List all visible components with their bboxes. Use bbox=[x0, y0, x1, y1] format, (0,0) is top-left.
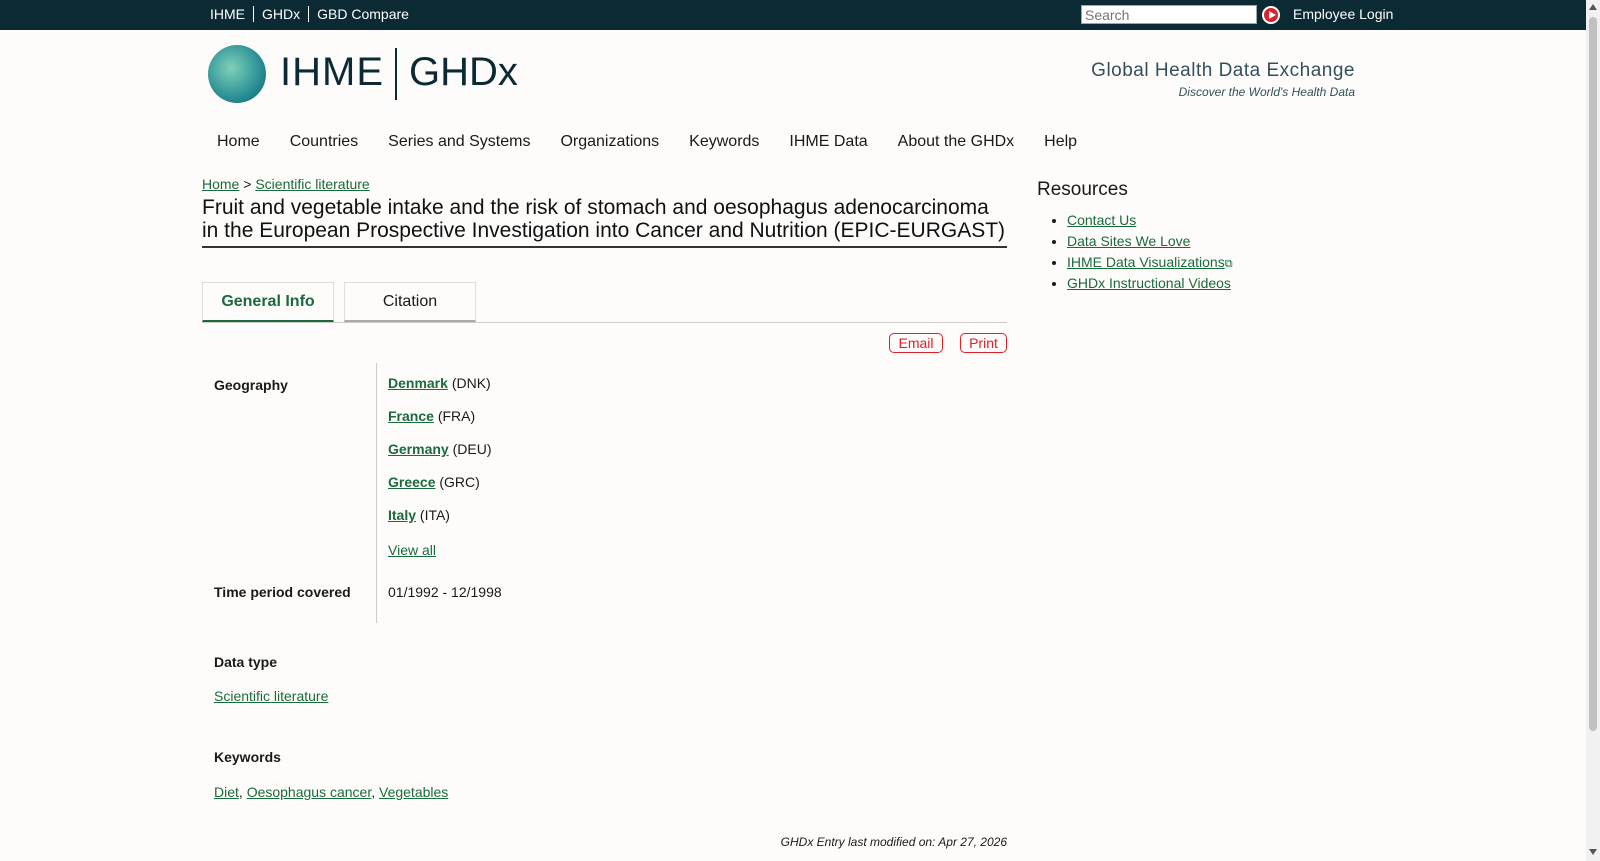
nav-about-the-ghdx[interactable]: About the GHDx bbox=[898, 133, 1015, 151]
list-item: Contact Us bbox=[1067, 212, 1233, 233]
main-nav: Home Countries Series and Systems Organi… bbox=[202, 133, 1107, 151]
list-item: France (FRA) bbox=[388, 408, 491, 441]
top-links: IHME GHDx GBD Compare bbox=[202, 6, 417, 22]
nav-keywords[interactable]: Keywords bbox=[689, 133, 759, 151]
geo-code: (GRC) bbox=[439, 474, 480, 490]
time-period-value: 01/1992 - 12/1998 bbox=[388, 584, 502, 600]
nav-organizations[interactable]: Organizations bbox=[560, 133, 659, 151]
tab-bar: General Info Citation bbox=[202, 282, 1007, 323]
logo-ghdx-text[interactable]: GHDx bbox=[409, 50, 518, 95]
geography-list: Denmark (DNK) France (FRA) Germany (DEU)… bbox=[388, 375, 491, 540]
nav-home[interactable]: Home bbox=[217, 133, 260, 151]
list-item: GHDx Instructional Videos bbox=[1067, 275, 1233, 296]
breadcrumb-separator: > bbox=[243, 176, 252, 192]
list-item: Data Sites We Love bbox=[1067, 233, 1233, 254]
page-scrollbar[interactable] bbox=[1586, 0, 1600, 861]
geo-code: (DEU) bbox=[452, 441, 492, 457]
nav-help[interactable]: Help bbox=[1044, 133, 1077, 151]
scroll-up-icon[interactable] bbox=[1589, 4, 1597, 10]
logo-ihme-text[interactable]: IHME bbox=[280, 50, 384, 95]
site-subtagline: Discover the World's Health Data bbox=[1178, 85, 1355, 99]
list-item: Greece (GRC) bbox=[388, 474, 491, 507]
email-button[interactable]: Email bbox=[889, 333, 943, 353]
geo-link-france[interactable]: France bbox=[388, 408, 434, 424]
top-link-ihme[interactable]: IHME bbox=[202, 6, 253, 22]
view-all-link[interactable]: View all bbox=[388, 542, 436, 558]
data-type-label: Data type bbox=[214, 654, 278, 670]
scroll-down-icon[interactable] bbox=[1589, 849, 1597, 855]
last-modified-text: GHDx Entry last modified on: Apr 27, 202… bbox=[780, 835, 1007, 849]
keywords-list: Diet, Oesophagus cancer, Vegetables bbox=[214, 784, 449, 800]
keyword-link-diet[interactable]: Diet bbox=[214, 784, 239, 800]
resource-link-ihme-data-viz[interactable]: IHME Data Visualizations bbox=[1067, 254, 1225, 270]
scrollbar-thumb[interactable] bbox=[1589, 17, 1597, 731]
search-go-icon[interactable] bbox=[1262, 6, 1280, 24]
tab-citation[interactable]: Citation bbox=[344, 282, 476, 322]
breadcrumb: Home > Scientific literature bbox=[202, 176, 370, 192]
geo-code: (DNK) bbox=[451, 375, 491, 391]
resources-heading: Resources bbox=[1037, 179, 1128, 200]
geography-label: Geography bbox=[214, 377, 288, 393]
geo-link-greece[interactable]: Greece bbox=[388, 474, 435, 490]
search-input[interactable] bbox=[1081, 5, 1257, 24]
resources-list: Contact Us Data Sites We Love IHME Data … bbox=[1047, 212, 1233, 296]
list-item: Italy (ITA) bbox=[388, 507, 491, 540]
list-item: Denmark (DNK) bbox=[388, 375, 491, 408]
external-link-icon: ⧉ bbox=[1224, 258, 1233, 270]
top-bar: IHME GHDx GBD Compare Employee Login bbox=[0, 0, 1586, 30]
resource-link-instructional-videos[interactable]: GHDx Instructional Videos bbox=[1067, 275, 1231, 291]
print-button[interactable]: Print bbox=[960, 333, 1007, 353]
employee-login-link[interactable]: Employee Login bbox=[1293, 6, 1393, 22]
resource-link-data-sites[interactable]: Data Sites We Love bbox=[1067, 233, 1190, 249]
list-item: IHME Data Visualizations⧉ bbox=[1067, 254, 1233, 275]
ihme-logo-icon[interactable] bbox=[208, 45, 266, 103]
nav-countries[interactable]: Countries bbox=[290, 133, 358, 151]
list-item: Germany (DEU) bbox=[388, 441, 491, 474]
geo-code: (ITA) bbox=[419, 507, 450, 523]
keyword-link-oesophagus-cancer[interactable]: Oesophagus cancer bbox=[247, 784, 372, 800]
geo-link-germany[interactable]: Germany bbox=[388, 441, 449, 457]
geo-link-denmark[interactable]: Denmark bbox=[388, 375, 448, 391]
geo-link-italy[interactable]: Italy bbox=[388, 507, 416, 523]
nav-ihme-data[interactable]: IHME Data bbox=[789, 133, 867, 151]
breadcrumb-home[interactable]: Home bbox=[202, 176, 239, 192]
site-tagline: Global Health Data Exchange bbox=[1091, 60, 1355, 81]
keywords-label: Keywords bbox=[214, 749, 281, 765]
top-link-ghdx[interactable]: GHDx bbox=[253, 6, 308, 22]
logo-divider bbox=[395, 48, 397, 100]
nav-series-and-systems[interactable]: Series and Systems bbox=[388, 133, 530, 151]
time-period-label: Time period covered bbox=[214, 584, 351, 600]
data-type-link[interactable]: Scientific literature bbox=[214, 688, 328, 704]
geo-code: (FRA) bbox=[437, 408, 476, 424]
keyword-link-vegetables[interactable]: Vegetables bbox=[379, 784, 448, 800]
top-link-gbd-compare[interactable]: GBD Compare bbox=[308, 6, 417, 22]
breadcrumb-scientific-literature[interactable]: Scientific literature bbox=[255, 176, 369, 192]
resource-link-contact-us[interactable]: Contact Us bbox=[1067, 212, 1136, 228]
page-title: Fruit and vegetable intake and the risk … bbox=[202, 196, 1007, 248]
info-divider bbox=[376, 363, 377, 623]
tab-general-info[interactable]: General Info bbox=[202, 282, 334, 322]
